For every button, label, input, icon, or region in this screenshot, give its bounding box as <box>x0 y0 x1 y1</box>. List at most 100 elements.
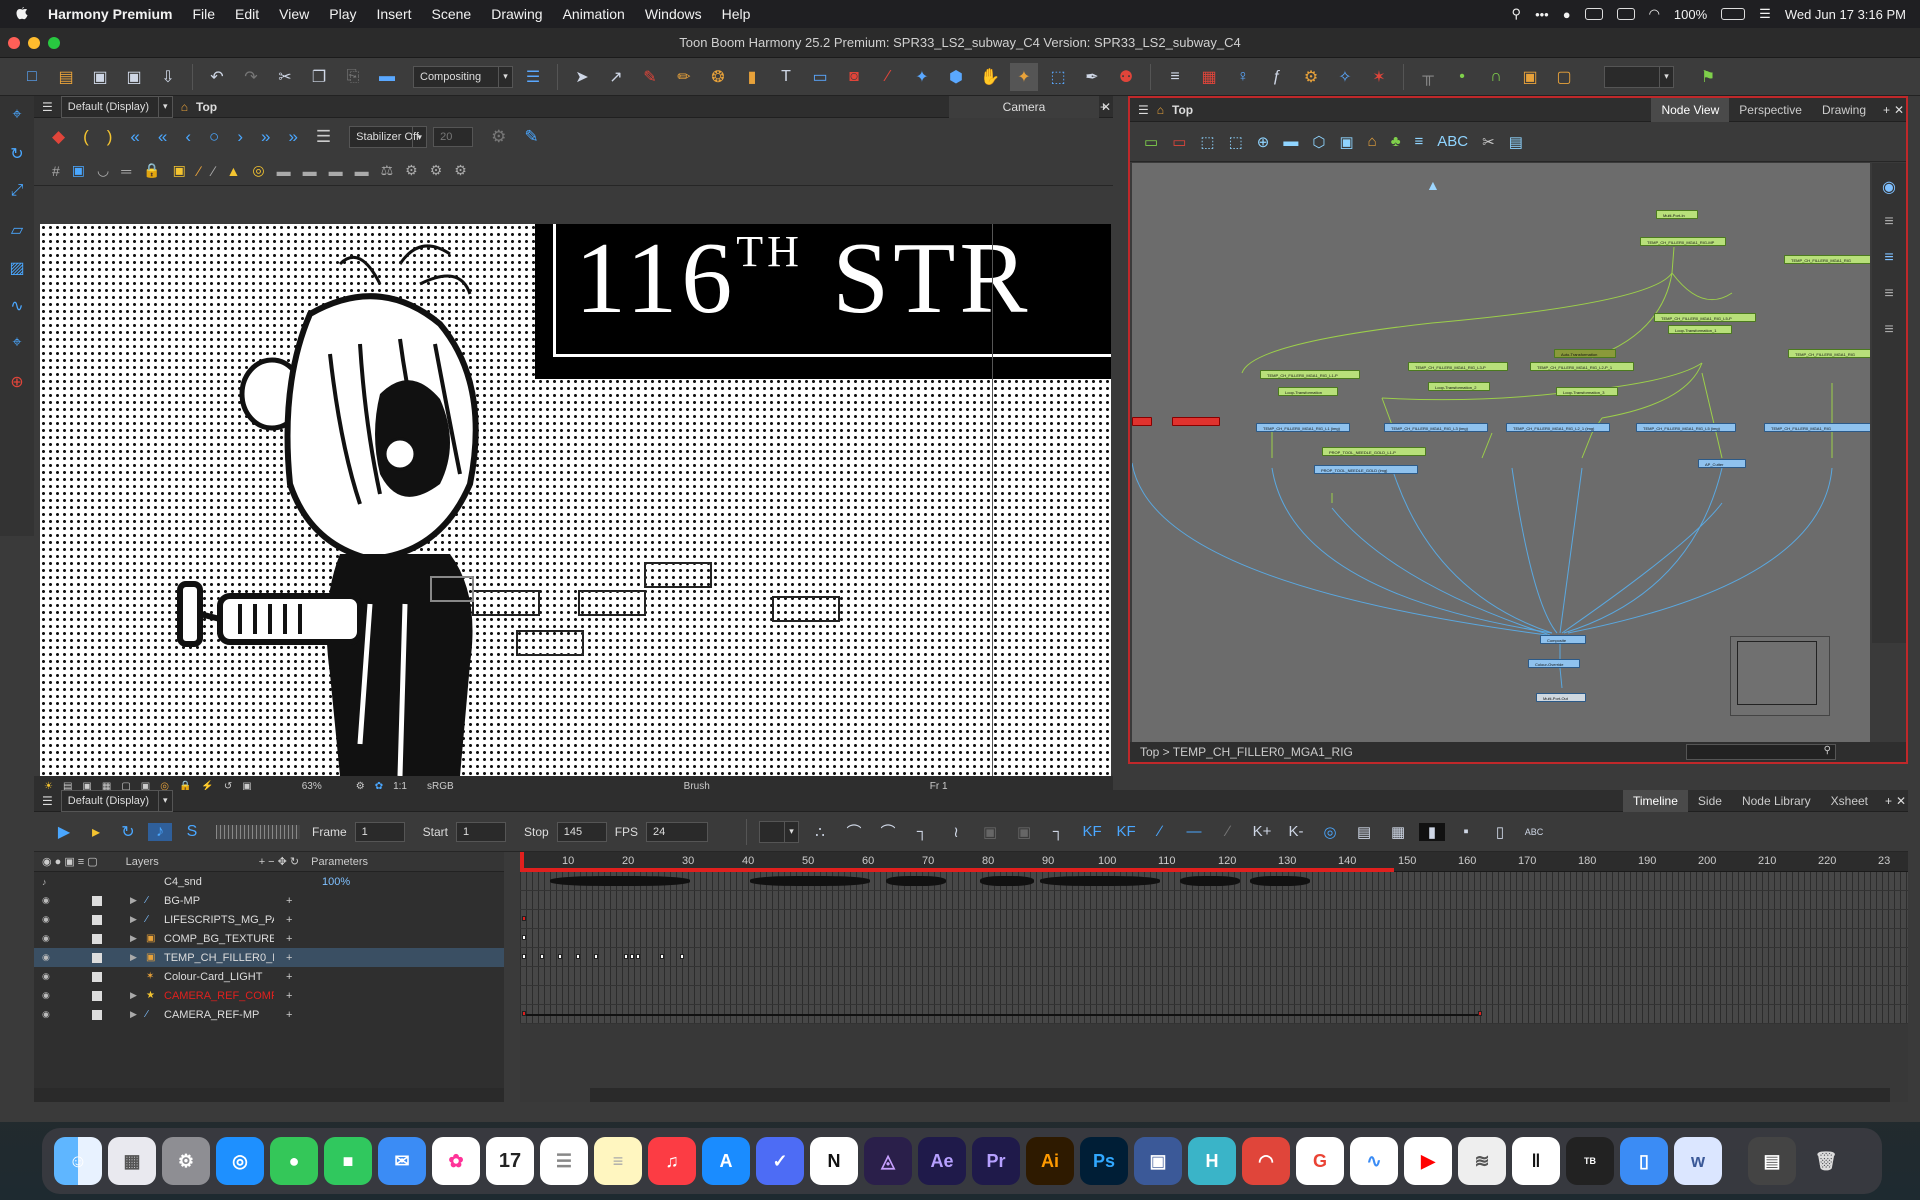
disabled-1-icon[interactable]: ▣ <box>977 823 1003 841</box>
cutter-node-icon[interactable]: ▬ <box>1283 133 1298 150</box>
start-input[interactable]: 1 <box>456 821 507 842</box>
notes-icon[interactable]: ≡ <box>594 1137 642 1185</box>
selection-box[interactable] <box>430 576 474 602</box>
composite-node-icon[interactable]: ⊕ <box>1257 133 1270 151</box>
layer-checkbox[interactable] <box>92 914 102 925</box>
constant-segment-icon[interactable]: ┐ <box>1045 823 1071 840</box>
node[interactable]: TEMP_CH_FILLER0_MGA1_RIG_L2-P_1 <box>1530 362 1634 371</box>
fps-input[interactable]: 24 <box>646 821 709 842</box>
home-icon[interactable]: ⌂ <box>181 100 188 114</box>
save-as-icon[interactable]: ▣ <box>120 63 148 91</box>
next-keyframe-icon[interactable]: » <box>261 127 270 147</box>
frame-ruler[interactable]: 10 20 30 40 50 60 70 80 90 100 110 120 1… <box>520 852 1908 872</box>
apple-icon[interactable] <box>14 6 30 22</box>
keyframe[interactable] <box>636 954 640 959</box>
scale-icon[interactable]: ⤢ <box>6 182 28 204</box>
layer-row[interactable]: ◉ ✶ Colour-Card_LIGHT + <box>34 967 504 986</box>
shade-icon-3[interactable]: ▬ <box>329 163 343 179</box>
tab-camera[interactable]: Camera + <box>949 96 1107 118</box>
deformation-icon[interactable]: ⚙ <box>1297 63 1325 91</box>
lock-settings-icon[interactable]: ▣ <box>173 162 186 179</box>
layer-checkbox[interactable] <box>92 933 102 944</box>
tab-timeline[interactable]: Timeline <box>1623 790 1688 812</box>
node-graph-canvas[interactable]: ▲ Multi-Port-In TEMP_CH_FILLER0_MGA1_RIG… <box>1132 163 1870 746</box>
node[interactable]: TEMP_CH_FILLER0_MGA1_RIG <box>1784 255 1870 264</box>
tree-node-icon[interactable]: ♣ <box>1391 133 1401 150</box>
last-frame-icon[interactable]: » <box>288 127 297 147</box>
menu-file[interactable]: File <box>192 6 215 22</box>
visibility-all-icon[interactable]: ◉ ● ▣ ≡ ▢ <box>42 855 98 868</box>
rename-icon[interactable]: ABC <box>1521 827 1547 837</box>
visibility-icon[interactable]: ◉ <box>42 971 52 982</box>
control-center-icon[interactable]: ☰ <box>1759 6 1771 22</box>
playback-speed-slider[interactable] <box>216 824 300 839</box>
zoom-level[interactable]: 100% <box>322 876 350 888</box>
panel-menu-icon[interactable]: ☰ <box>42 100 53 114</box>
text-tool-icon[interactable]: T <box>772 63 800 91</box>
menu-view[interactable]: View <box>279 6 309 22</box>
selection-box[interactable] <box>644 562 712 588</box>
close-window-button[interactable] <box>8 36 20 49</box>
align-node-icon[interactable]: ≡ <box>1415 133 1424 150</box>
layer-checkbox[interactable] <box>92 895 102 906</box>
node-split-icon[interactable]: ∩ <box>1482 63 1510 91</box>
layer-checkbox[interactable] <box>92 990 102 1001</box>
node-breadcrumb[interactable]: Top <box>1172 103 1193 117</box>
add-child-icon[interactable]: + <box>286 990 292 1002</box>
motion-path-icon[interactable]: ⌖ <box>6 334 28 356</box>
affinity-icon[interactable]: ◬ <box>864 1137 912 1185</box>
node-link-icon[interactable]: • <box>1448 63 1476 91</box>
freeform-icon[interactable]: ∿ <box>1350 1137 1398 1185</box>
prev-frame-icon[interactable]: ‹ <box>185 127 191 147</box>
node[interactable]: TEMP_CH_FILLER0_MGA1_RIG_L5 (img) <box>1636 423 1736 432</box>
frames-scrollbar[interactable] <box>590 1088 1890 1102</box>
node[interactable] <box>1132 417 1152 426</box>
eye-icon[interactable]: ◉ <box>1878 177 1900 199</box>
rig-settings-icon[interactable]: ⚙ <box>405 162 418 179</box>
timeline-frames[interactable]: 10 20 30 40 50 60 70 80 90 100 110 120 1… <box>520 852 1908 1102</box>
minimize-window-button[interactable] <box>28 36 40 49</box>
messages-icon[interactable]: ● <box>270 1137 318 1185</box>
open-scene-icon[interactable]: ▤ <box>52 63 80 91</box>
module-icon[interactable]: ▤ <box>1509 133 1523 151</box>
list-icon[interactable]: ☰ <box>316 127 331 147</box>
lock-icon[interactable]: 🔒 <box>143 162 160 179</box>
h-app-icon[interactable]: H <box>1188 1137 1236 1185</box>
keyframe[interactable] <box>576 954 580 959</box>
add-panel-icon[interactable]: + <box>1885 794 1892 808</box>
spotlight-icon[interactable]: ⚲ <box>1512 6 1522 22</box>
maintain-size-icon[interactable]: ▨ <box>6 258 28 280</box>
selection-box[interactable] <box>772 596 840 622</box>
add-layer-icon[interactable]: + − ✥ ↻ <box>259 855 299 868</box>
fill-empty-icon[interactable]: ▦ <box>1385 823 1411 841</box>
expand-arrow-icon[interactable]: ▶ <box>130 952 142 963</box>
tab-drawing[interactable]: Drawing <box>1812 98 1876 122</box>
camera-breadcrumb[interactable]: Top <box>196 100 217 114</box>
keyframe[interactable] <box>522 954 526 959</box>
redo-icon[interactable]: ↷ <box>237 63 265 91</box>
track-comp-bg[interactable] <box>520 929 1908 948</box>
onion-skin-icon[interactable]: ◡ <box>97 162 109 179</box>
onion-timeline-icon[interactable]: ◎ <box>1317 823 1343 841</box>
transform-tool-icon[interactable]: ✦ <box>1010 62 1038 91</box>
timeline-display-select[interactable]: Default (Display) ▾ <box>60 789 173 812</box>
insert-keyframe-icon[interactable]: K+ <box>1249 823 1275 840</box>
layer-row[interactable]: ◉ ▶ ▣ COMP_BG_TEXTURE_LIGI + <box>34 929 504 948</box>
node[interactable]: Loop-Transformation <box>1278 387 1338 396</box>
selection-box[interactable] <box>516 630 584 656</box>
photoshop-icon[interactable]: Ps <box>1080 1137 1128 1185</box>
node[interactable]: PROP_TOOL_NEEDLE_GOLD (img) <box>1314 465 1418 474</box>
tab-xsheet[interactable]: Xsheet <box>1821 790 1878 812</box>
rigging-tool-icon[interactable]: ♀ <box>1229 63 1257 91</box>
frame-icon[interactable]: ▣ <box>1516 63 1544 91</box>
device-app-icon[interactable]: ▯ <box>1620 1137 1668 1185</box>
diamond-red-icon[interactable]: ◆ <box>52 127 65 147</box>
first-frame-icon[interactable]: « <box>130 127 139 147</box>
disabled-2-icon[interactable]: ▣ <box>1011 823 1037 841</box>
linear-flat-icon[interactable]: — <box>1181 823 1207 840</box>
more-icon[interactable]: ••• <box>1535 7 1549 22</box>
keyframe[interactable] <box>680 954 684 959</box>
rename-node-icon[interactable]: ABC <box>1437 133 1468 150</box>
layer-row[interactable]: ◉ ▶ ∕ LIFESCRIPTS_MG_PAP + <box>34 910 504 929</box>
stop-motion-icon[interactable]: ┐ <box>909 823 935 840</box>
